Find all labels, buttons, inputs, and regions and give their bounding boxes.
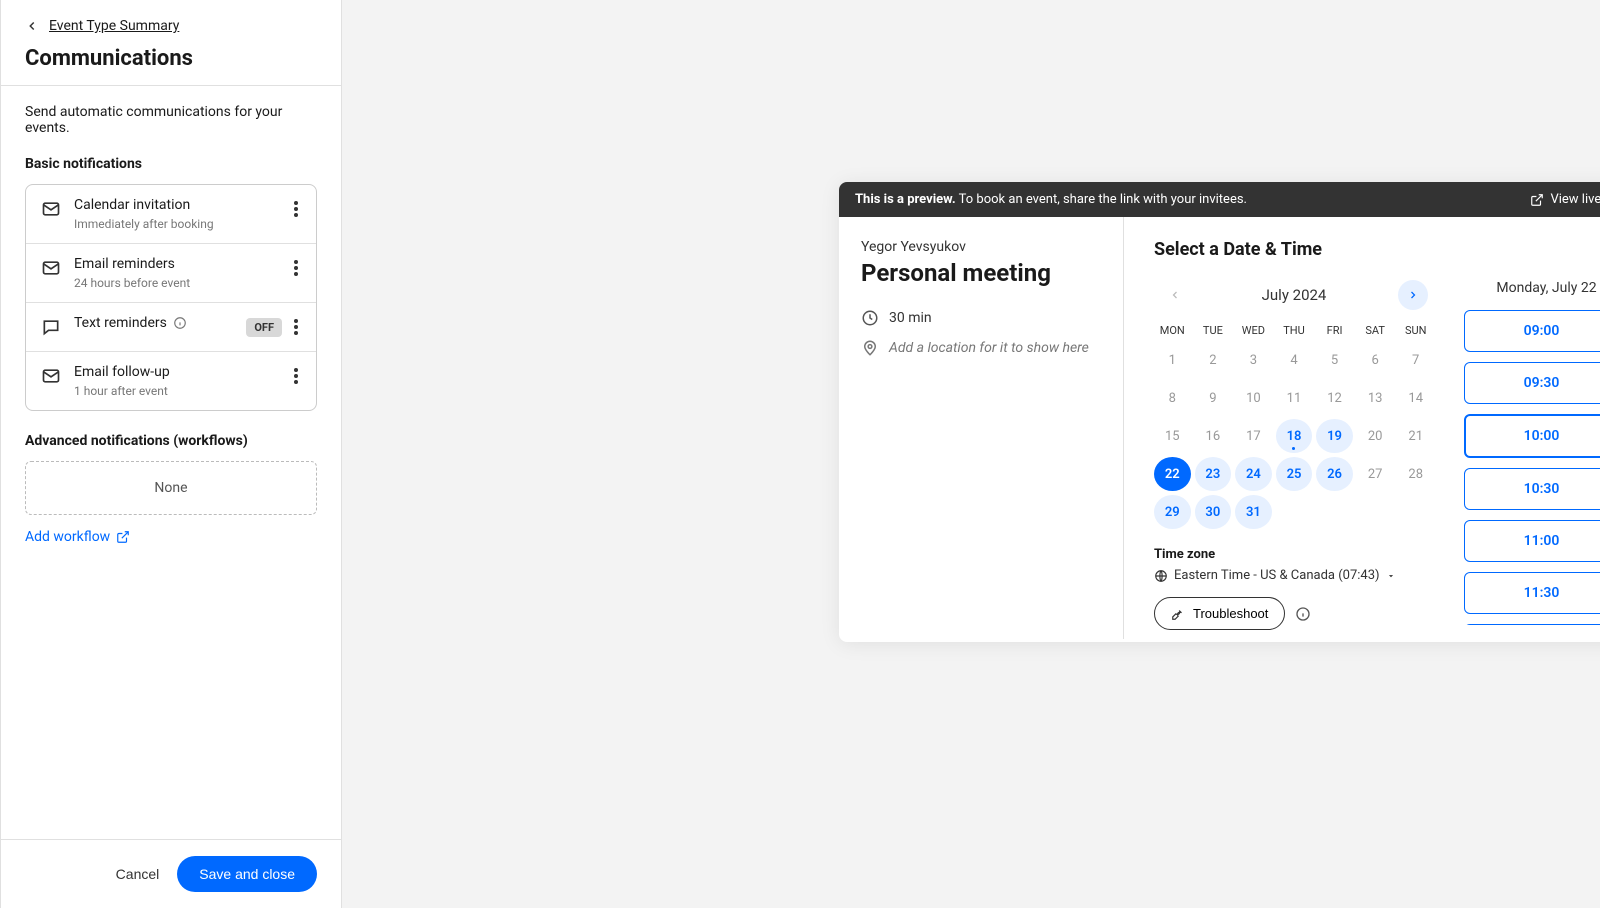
basic-section-label: Basic notifications [25,156,317,172]
calendar-day: 8 [1154,381,1191,415]
calendar-day: 7 [1397,343,1434,377]
envelope-icon [40,258,62,278]
notification-item[interactable]: Email follow-up1 hour after event [26,352,316,410]
preview-card: This is a preview. To book an event, sha… [839,182,1600,642]
dow-label: WED [1235,324,1272,337]
time-slot[interactable]: 12:00 [1464,624,1600,625]
calendar-day[interactable]: 25 [1276,457,1313,491]
calendar-day[interactable]: 18 [1276,419,1313,453]
info-icon[interactable] [1295,606,1311,622]
view-live-link[interactable]: View live page [1530,192,1600,207]
calendar-day[interactable]: 29 [1154,495,1191,529]
more-menu-button[interactable] [290,256,302,280]
calendar-day: 14 [1397,381,1434,415]
calendar-day [1276,495,1313,529]
notification-list: Calendar invitationImmediately after boo… [25,184,317,411]
back-link[interactable]: Event Type Summary [49,18,179,34]
next-month-button[interactable] [1398,280,1428,310]
chat-icon [40,317,62,337]
advanced-section-label: Advanced notifications (workflows) [25,433,317,449]
calendar-day[interactable]: 24 [1235,457,1272,491]
calendar-day [1316,495,1353,529]
host-name: Yegor Yevsyukov [861,239,1101,255]
more-menu-button[interactable] [290,315,302,339]
calendar-day: 5 [1316,343,1353,377]
dow-label: SAT [1357,324,1394,337]
calendar-day[interactable]: 30 [1195,495,1232,529]
calendar-day: 2 [1195,343,1232,377]
calendar-day: 17 [1235,419,1272,453]
add-workflow-link[interactable]: Add workflow [25,529,317,545]
calendar-day[interactable]: 22 [1154,457,1191,491]
off-badge: OFF [246,318,282,337]
notification-item[interactable]: Calendar invitationImmediately after boo… [26,185,316,244]
back-icon[interactable] [25,19,39,33]
calendar-day: 12 [1316,381,1353,415]
duration-row: 30 min [861,309,1101,327]
notification-item[interactable]: Text remindersOFF [26,303,316,352]
calendar-day: 13 [1357,381,1394,415]
prev-month-button[interactable] [1160,280,1190,310]
notification-item[interactable]: Email reminders24 hours before event [26,244,316,303]
preview-banner: This is a preview. To book an event, sha… [839,182,1600,217]
location-row: Add a location for it to show here [861,339,1101,357]
section-description: Send automatic communications for your e… [25,104,317,136]
calendar-day: 27 [1357,457,1394,491]
troubleshoot-button[interactable]: Troubleshoot [1154,597,1285,630]
sidebar: Event Type Summary Communications Send a… [0,0,342,908]
envelope-icon [40,366,62,386]
time-slot[interactable]: 09:00 [1464,310,1600,352]
more-menu-button[interactable] [290,197,302,221]
time-slot[interactable]: 10:00 [1464,414,1600,458]
dow-label: SUN [1397,324,1434,337]
time-slot[interactable]: 11:30 [1464,572,1600,614]
save-button[interactable]: Save and close [177,856,317,892]
dow-label: MON [1154,324,1191,337]
calendar-day: 21 [1397,419,1434,453]
calendar-day: 9 [1195,381,1232,415]
timezone-label: Time zone [1154,547,1434,562]
select-datetime-label: Select a Date & Time [1154,239,1600,260]
page-title: Communications [25,46,317,71]
calendar-day: 4 [1276,343,1313,377]
calendar-day: 20 [1357,419,1394,453]
calendar-day: 28 [1397,457,1434,491]
time-slot[interactable]: 10:30 [1464,468,1600,510]
calendar-day: 15 [1154,419,1191,453]
dow-label: THU [1276,324,1313,337]
calendar-day: 3 [1235,343,1272,377]
time-slot[interactable]: 09:30 [1464,362,1600,404]
calendar-day[interactable]: 26 [1316,457,1353,491]
calendar-day: 11 [1276,381,1313,415]
current-month: July 2024 [1262,286,1327,304]
timezone-select[interactable]: Eastern Time - US & Canada (07:43) [1154,568,1434,583]
envelope-icon [40,199,62,219]
calendar-day[interactable]: 19 [1316,419,1353,453]
cancel-button[interactable]: Cancel [116,866,160,882]
calendar-day[interactable]: 23 [1195,457,1232,491]
location-icon [861,339,879,357]
calendar-day [1357,495,1394,529]
calendar-day[interactable]: 31 [1235,495,1272,529]
dow-label: TUE [1195,324,1232,337]
more-menu-button[interactable] [290,364,302,388]
event-title: Personal meeting [861,259,1101,287]
globe-icon [1154,569,1168,583]
time-slot[interactable]: 11:00 [1464,520,1600,562]
calendar-day: 6 [1357,343,1394,377]
workflows-empty: None [25,461,317,515]
dow-label: FRI [1316,324,1353,337]
wrench-icon [1171,607,1185,621]
calendar-day: 16 [1195,419,1232,453]
calendar-day: 10 [1235,381,1272,415]
preview-area: This is a preview. To book an event, sha… [342,0,1600,908]
chevron-down-icon [1386,571,1396,581]
calendar-day [1397,495,1434,529]
clock-icon [861,309,879,327]
calendar-day: 1 [1154,343,1191,377]
selected-day-label: Monday, July 22 [1464,280,1600,296]
